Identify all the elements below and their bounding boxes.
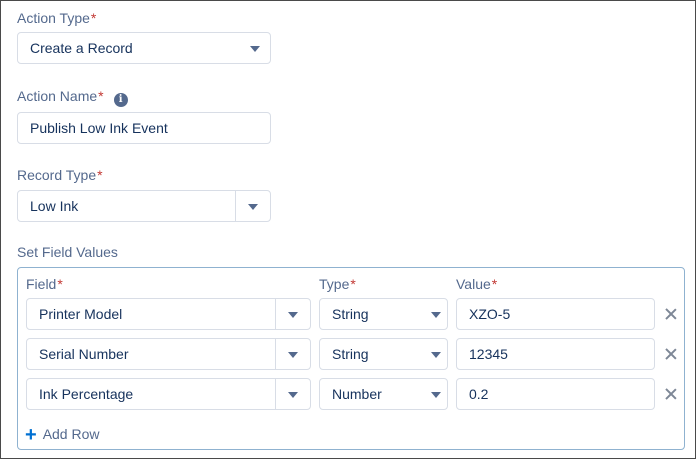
required-mark: * (98, 88, 104, 104)
row-value-input[interactable]: XZO-5 (456, 298, 655, 330)
required-mark: * (90, 10, 97, 26)
chevron-down-icon (288, 392, 298, 398)
column-header-field-text: Field (26, 276, 57, 292)
row-field-lookup[interactable]: Printer Model (26, 298, 311, 330)
row-field-lookup[interactable]: Ink Percentage (26, 378, 311, 410)
required-mark: * (491, 276, 498, 292)
chevron-down-icon (288, 352, 298, 358)
close-icon[interactable] (664, 347, 678, 361)
record-type-label-text: Record Type (17, 167, 97, 183)
close-icon[interactable] (664, 307, 678, 321)
chevron-down-icon (288, 312, 298, 318)
row-type-select[interactable]: String (319, 298, 448, 330)
chevron-down-icon (250, 46, 260, 52)
chevron-down-icon (431, 312, 441, 318)
row-type-select[interactable]: String (319, 338, 448, 370)
row-value-text: XZO-5 (469, 306, 511, 322)
row-field-value: Serial Number (39, 346, 129, 362)
required-mark: * (57, 276, 63, 292)
required-mark: * (350, 276, 356, 292)
record-type-value: Low Ink (30, 198, 79, 214)
plus-icon: + (25, 424, 37, 446)
action-type-label: Action Type* (17, 9, 96, 27)
add-row-label: Add Row (42, 426, 100, 442)
info-icon[interactable]: i (113, 93, 128, 107)
action-type-label-text: Action Type (17, 10, 90, 26)
action-name-value: Publish Low Ink Event (30, 120, 168, 136)
add-row-button[interactable]: + Add Row (25, 424, 100, 446)
row-field-dropdown-button[interactable] (275, 299, 310, 329)
action-name-input[interactable]: Publish Low Ink Event (17, 112, 271, 144)
column-header-type: Type* (319, 275, 356, 293)
set-field-values-label: Set Field Values (17, 244, 118, 260)
required-mark: * (97, 167, 103, 183)
row-value-input[interactable]: 12345 (456, 338, 655, 370)
column-header-field: Field* (26, 275, 63, 293)
row-value-input[interactable]: 0.2 (456, 378, 655, 410)
action-type-value: Create a Record (30, 40, 133, 56)
record-type-lookup[interactable]: Low Ink (17, 190, 271, 222)
chevron-down-icon (431, 392, 441, 398)
column-header-type-text: Type (319, 276, 350, 292)
row-type-value: String (332, 346, 369, 362)
action-type-select[interactable]: Create a Record (17, 32, 271, 64)
record-type-dropdown-button[interactable] (235, 191, 270, 221)
action-form: Action Type* Create a Record Action Name… (0, 0, 696, 459)
column-header-value: Value* (456, 275, 497, 293)
row-field-value: Ink Percentage (39, 386, 134, 402)
action-name-label: Action Name* i (17, 87, 128, 107)
action-name-label-text: Action Name (17, 88, 98, 104)
chevron-down-icon (248, 204, 258, 210)
row-field-value: Printer Model (39, 306, 123, 322)
row-type-select[interactable]: Number (319, 378, 448, 410)
row-field-lookup[interactable]: Serial Number (26, 338, 311, 370)
row-type-value: Number (332, 386, 382, 402)
row-value-text: 12345 (469, 346, 508, 362)
record-type-label: Record Type* (17, 166, 103, 184)
chevron-down-icon (431, 352, 441, 358)
row-value-text: 0.2 (469, 386, 489, 402)
row-field-dropdown-button[interactable] (275, 339, 310, 369)
column-header-value-text: Value (456, 276, 491, 292)
row-field-dropdown-button[interactable] (275, 379, 310, 409)
close-icon[interactable] (664, 387, 678, 401)
row-type-value: String (332, 306, 369, 322)
